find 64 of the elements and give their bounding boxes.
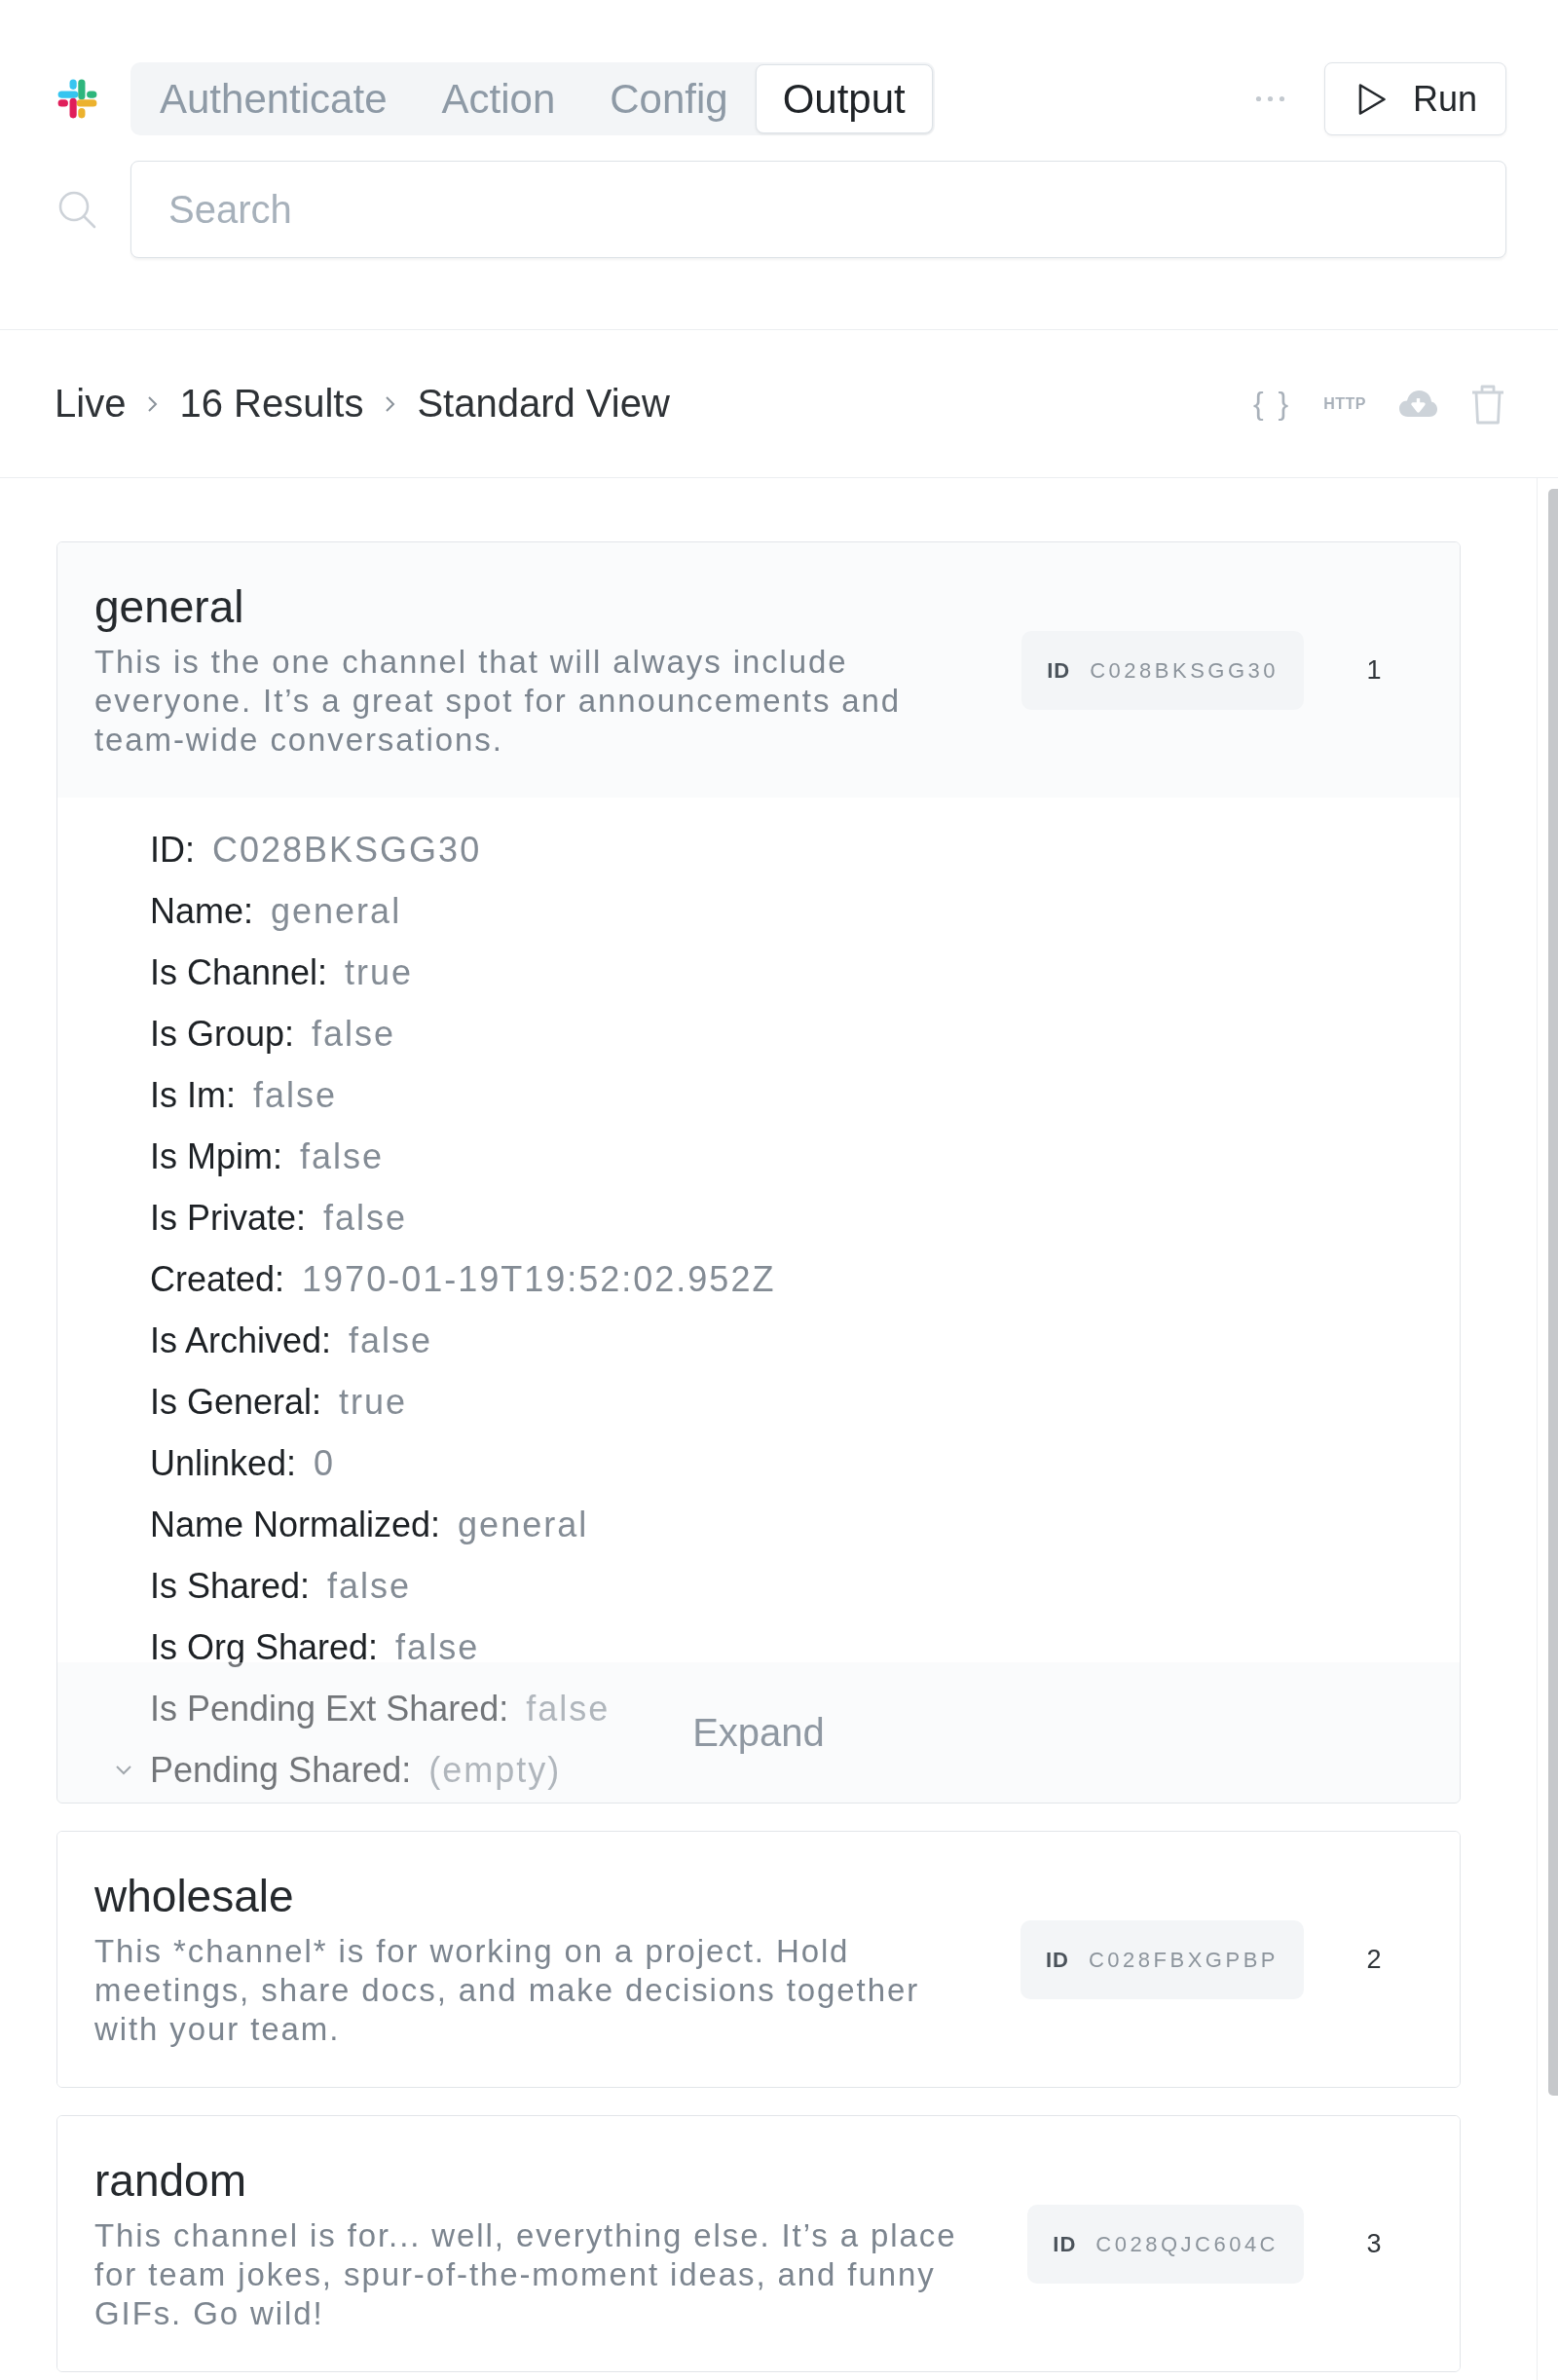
property-value: false — [526, 1688, 611, 1729]
property-label: Name: — [150, 890, 254, 932]
property-value: false — [349, 1320, 433, 1361]
property-label: Pending Shared: — [150, 1749, 412, 1791]
result-index: 2 — [1365, 1945, 1383, 1975]
property-label: Name Normalized: — [150, 1504, 441, 1545]
property-value: false — [395, 1626, 480, 1668]
id-label: ID — [1047, 657, 1071, 684]
property-value: false — [323, 1197, 408, 1239]
property-value: false — [253, 1074, 338, 1116]
chevron-down-icon[interactable] — [115, 1765, 132, 1775]
property-value: false — [312, 1013, 396, 1055]
channel-name: wholesale — [94, 1871, 295, 1921]
tab[interactable]: Output — [755, 64, 933, 133]
chevron-right-icon — [147, 393, 159, 414]
scrollbar-thumb[interactable] — [1548, 489, 1558, 2096]
property-label: Is Org Shared: — [150, 1626, 379, 1668]
property-label: Is Archived: — [150, 1320, 332, 1361]
property-label: Is Channel: — [150, 951, 328, 993]
property-value: true — [339, 1381, 408, 1423]
property-value: general — [271, 890, 402, 932]
property-value: C028BKSGG30 — [212, 829, 482, 871]
breadcrumb-link[interactable]: Live — [55, 382, 127, 426]
property-label: Is Group: — [150, 1013, 295, 1055]
property-value: 1970-01-19T19:52:02.952Z — [302, 1258, 776, 1300]
id-value: C028BKSGG30 — [1090, 657, 1279, 684]
more-icon[interactable] — [1254, 95, 1285, 102]
property-label: Unlinked: — [150, 1442, 297, 1484]
play-icon — [1356, 82, 1387, 116]
property-label: ID: — [150, 829, 195, 871]
property-label: Is Mpim: — [150, 1135, 282, 1177]
channel-description: This *channel* is for working on a project. Hold meetings, share docs, and make decisions together with your team. — [94, 1932, 921, 2049]
result-index: 1 — [1365, 655, 1383, 686]
chevron-right-icon — [385, 393, 396, 414]
result-card[interactable]: wholesale This *channel* is for working on a project. Hold meetings, share docs, and make decisions together with your team. ID C028FBXGPBP 2 — [56, 1831, 1461, 2088]
property-label: Is Shared: — [150, 1565, 311, 1607]
channel-name: general — [94, 581, 245, 632]
breadcrumb-link[interactable]: Standard View — [417, 382, 670, 426]
property-value: 0 — [314, 1442, 336, 1484]
result-card[interactable]: random This channel is for... well, everything else. It’s a place for team jokes, spur-of-the-moment ideas, and funny GIFs. Go wild! ID C028QJC604C 3 — [56, 2115, 1461, 2372]
property-label: Is General: — [150, 1381, 322, 1423]
property-label: Is Im: — [150, 1074, 236, 1116]
result-index: 3 — [1365, 2229, 1383, 2259]
id-value: C028FBXGPBP — [1089, 1947, 1279, 1973]
property-value: false — [327, 1565, 412, 1607]
property-label: Is Private: — [150, 1197, 307, 1239]
property-label: Is Pending Ext Shared: — [150, 1688, 509, 1729]
id-label: ID — [1053, 2231, 1077, 2257]
hash-logo-icon — [56, 78, 98, 120]
id-label: ID — [1046, 1947, 1069, 1973]
breadcrumb-link[interactable]: 16 Results — [179, 382, 364, 426]
property-value: (empty) — [428, 1749, 562, 1791]
channel-description: This channel is for... well, everything else. It’s a place for team jokes, spur-of-the-moment ideas, and funny GIFs. Go wild! — [94, 2216, 958, 2333]
id-value: C028QJC604C — [1095, 2231, 1279, 2257]
property-label: Created: — [150, 1258, 285, 1300]
channel-description: This is the one channel that will always include everyone. It’s a great spot for announcements and team-wide conversations. — [94, 643, 903, 760]
run-button[interactable]: Run — [1323, 62, 1506, 135]
property-value: false — [300, 1135, 385, 1177]
search-field[interactable]: Search — [130, 161, 1506, 258]
search-icon — [57, 190, 96, 229]
result-card[interactable] — [56, 541, 1461, 1804]
property-value: true — [345, 951, 414, 993]
channel-name: random — [94, 2155, 247, 2206]
property-value: general — [458, 1504, 589, 1545]
